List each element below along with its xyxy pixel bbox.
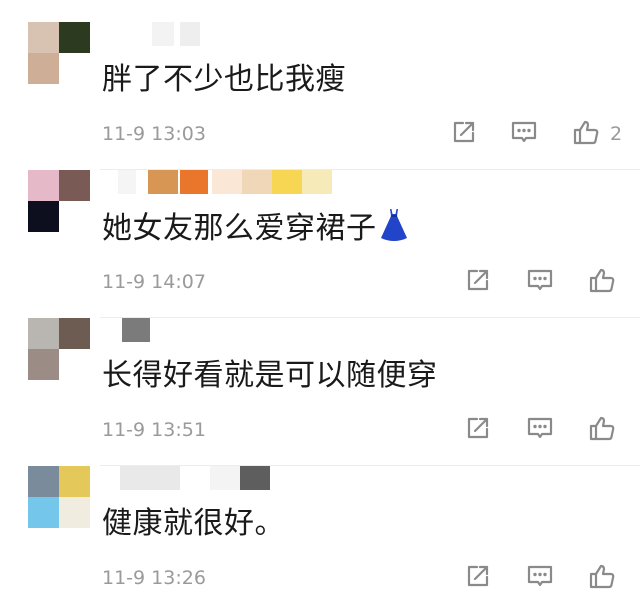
comment-item: 胖了不少也比我瘦 11-9 13:03 2 (0, 22, 640, 170)
username-mosaic-block (212, 170, 242, 194)
reply-button[interactable] (526, 266, 556, 296)
username-mosaic-block (272, 170, 302, 194)
avatar-pixel (59, 318, 90, 349)
username-mosaic-block (210, 466, 240, 490)
comment-text: 健康就很好。 (102, 504, 285, 544)
thumbs-up-icon (588, 562, 618, 590)
avatar[interactable] (28, 318, 90, 380)
reply-button[interactable] (526, 414, 556, 444)
comment-text: 她女友那么爱穿裙子 (102, 208, 409, 249)
avatar-pixel (59, 349, 90, 380)
share-button[interactable] (450, 118, 480, 148)
thumbs-up-icon (588, 266, 618, 294)
avatar-pixel (28, 349, 59, 380)
like-button[interactable] (588, 562, 618, 592)
like-button[interactable] (588, 414, 618, 444)
username-mosaic-block (180, 22, 200, 46)
avatar-pixel (28, 53, 59, 84)
comment-icon (526, 266, 556, 294)
comment-icon (526, 414, 556, 442)
username-mosaic-block (302, 170, 332, 194)
comment-timestamp: 11-9 13:26 (102, 567, 206, 589)
comment-icon (510, 118, 540, 146)
comment-text: 长得好看就是可以随便穿 (102, 356, 438, 396)
comment-timestamp: 11-9 13:51 (102, 419, 206, 441)
avatar-pixel (59, 170, 90, 201)
avatar-pixel (59, 53, 90, 84)
avatar[interactable] (28, 22, 90, 84)
comment-text-content: 胖了不少也比我瘦 (102, 62, 346, 97)
comment-text: 胖了不少也比我瘦 (102, 60, 346, 100)
avatar-pixel (28, 318, 59, 349)
comment-timestamp: 11-9 14:07 (102, 271, 206, 293)
avatar-pixel (59, 201, 90, 232)
avatar[interactable] (28, 170, 90, 232)
thumbs-up-icon (572, 118, 602, 146)
avatar-pixel (28, 201, 59, 232)
avatar-pixel (28, 22, 59, 53)
share-icon (464, 414, 494, 442)
comment-text-content: 她女友那么爱穿裙子 (102, 211, 377, 246)
comment-timestamp: 11-9 13:03 (102, 123, 206, 145)
username-mosaic-block (242, 170, 272, 194)
share-icon (464, 562, 494, 590)
comment-text-content: 健康就很好。 (102, 506, 285, 541)
username-mosaic-block (118, 170, 136, 194)
username-mosaic-block (152, 22, 174, 46)
share-icon (464, 266, 494, 294)
like-button[interactable] (572, 118, 602, 148)
comment-item: 健康就很好。 11-9 13:26 (0, 466, 640, 614)
avatar-pixel (28, 466, 59, 497)
avatar-pixel (59, 466, 90, 497)
like-count: 2 (610, 123, 623, 145)
share-button[interactable] (464, 562, 494, 592)
reply-button[interactable] (526, 562, 556, 592)
like-button[interactable] (588, 266, 618, 296)
avatar-pixel (28, 497, 59, 528)
dress-icon (377, 209, 409, 246)
username-mosaic-block (122, 318, 150, 342)
comment-icon (526, 562, 556, 590)
comment-item: 她女友那么爱穿裙子 11-9 14:07 (0, 170, 640, 318)
reply-button[interactable] (510, 118, 540, 148)
username-mosaic-block (148, 170, 178, 194)
thumbs-up-icon (588, 414, 618, 442)
username-mosaic-block (180, 170, 208, 194)
share-icon (450, 118, 480, 146)
avatar-pixel (59, 22, 90, 53)
share-button[interactable] (464, 266, 494, 296)
avatar[interactable] (28, 466, 90, 528)
username-mosaic-block (120, 466, 180, 490)
avatar-pixel (59, 497, 90, 528)
comment-text-content: 长得好看就是可以随便穿 (102, 358, 438, 393)
username-mosaic-block (240, 466, 270, 490)
comment-item: 长得好看就是可以随便穿 11-9 13:51 (0, 318, 640, 466)
avatar-pixel (28, 170, 59, 201)
share-button[interactable] (464, 414, 494, 444)
